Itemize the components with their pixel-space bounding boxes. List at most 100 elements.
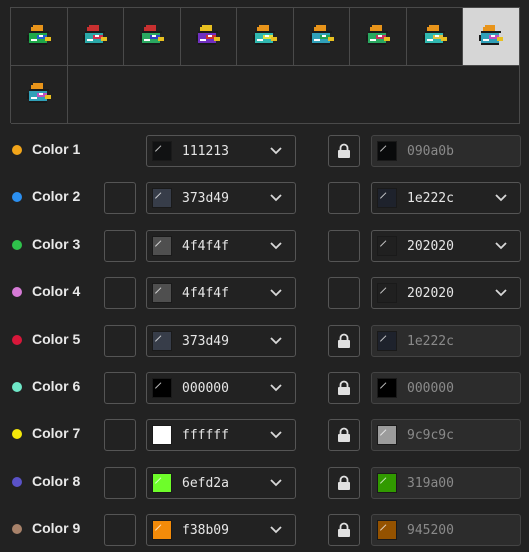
sprite-cell[interactable]: [11, 66, 68, 124]
target-hex: 945200: [407, 523, 454, 539]
source-checkbox[interactable]: [104, 466, 136, 499]
sprite-grid-empty: [67, 66, 520, 124]
color-label: Color 3: [32, 235, 81, 252]
source-color-select[interactable]: f38b09: [146, 514, 296, 547]
source-color-select[interactable]: 373d49: [146, 324, 296, 357]
sprite-cell[interactable]: [350, 8, 407, 66]
target-swatch: [377, 283, 397, 304]
lock-icon: [338, 143, 350, 158]
sprite-cell[interactable]: [237, 8, 294, 66]
chevron-down-icon: [270, 147, 282, 155]
duck-sprite-1-icon: [26, 24, 51, 45]
sprite-cell[interactable]: [293, 8, 351, 66]
source-color-select[interactable]: ffffff: [146, 419, 296, 452]
target-hex: 1e222c: [407, 191, 454, 207]
color-dot: [12, 524, 22, 535]
source-hex: 000000: [182, 381, 229, 396]
sprite-cell[interactable]: [67, 8, 125, 66]
chevron-down-icon: [495, 194, 507, 202]
color-row: Color 6 000000 000000: [0, 364, 529, 410]
source-hex: 4f4f4f: [182, 286, 229, 302]
sprite-cell[interactable]: [180, 8, 238, 66]
sprite-cell[interactable]: [11, 8, 68, 66]
source-color-select[interactable]: 4f4f4f: [146, 229, 296, 262]
chevron-down-icon: [270, 289, 282, 297]
target-color-select: 000000: [371, 372, 521, 404]
source-hex: ffffff: [182, 428, 229, 444]
source-color-select[interactable]: 111213: [146, 135, 296, 167]
chevron-down-icon: [270, 479, 282, 487]
target-swatch: [377, 472, 397, 493]
target-color-select: 9c9c9c: [371, 419, 521, 452]
source-checkbox[interactable]: [104, 277, 136, 310]
chevron-down-icon: [270, 242, 282, 250]
chevron-down-icon: [495, 289, 507, 297]
color-dot: [12, 476, 22, 487]
target-color-select[interactable]: 202020: [371, 229, 521, 262]
source-color-select[interactable]: 4f4f4f: [146, 277, 296, 310]
sprite-cell[interactable]: [463, 8, 520, 66]
lock-button[interactable]: [328, 324, 360, 357]
source-swatch: [152, 520, 172, 541]
lock-icon: [338, 522, 350, 538]
source-hex: 111213: [182, 144, 229, 159]
lock-button[interactable]: [328, 514, 360, 547]
duck-sprite-7-icon: [366, 24, 391, 45]
lock-icon: [338, 380, 350, 395]
color-label: Color 4: [32, 283, 81, 300]
target-swatch: [377, 378, 397, 398]
source-swatch: [152, 378, 172, 398]
color-row: Color 1 111213 090a0b: [0, 127, 529, 173]
target-hex: 000000: [407, 381, 454, 396]
duck-sprite-10-icon: [26, 82, 51, 103]
source-checkbox[interactable]: [104, 514, 136, 547]
target-checkbox[interactable]: [328, 229, 360, 262]
lock-button[interactable]: [328, 466, 360, 499]
color-dot: [12, 429, 22, 440]
source-hex: 4f4f4f: [182, 238, 229, 254]
target-checkbox[interactable]: [328, 277, 360, 310]
target-color-select: 1e222c: [371, 324, 521, 357]
color-row: Color 9 f38b09 945200: [0, 506, 529, 552]
target-color-select: 090a0b: [371, 135, 521, 167]
source-color-select[interactable]: 000000: [146, 372, 296, 404]
target-hex: 202020: [407, 238, 454, 254]
source-checkbox[interactable]: [104, 372, 136, 404]
source-checkbox[interactable]: [104, 419, 136, 452]
chevron-down-icon: [270, 194, 282, 202]
source-swatch: [152, 472, 172, 493]
target-color-select[interactable]: 202020: [371, 277, 521, 310]
target-hex: 090a0b: [407, 144, 454, 159]
lock-button[interactable]: [328, 135, 360, 167]
source-swatch: [152, 425, 172, 446]
target-color-select: 945200: [371, 514, 521, 547]
target-checkbox[interactable]: [328, 182, 360, 215]
target-swatch: [377, 235, 397, 256]
source-checkbox[interactable]: [104, 182, 136, 215]
source-checkbox[interactable]: [104, 324, 136, 357]
source-checkbox[interactable]: [104, 229, 136, 262]
lock-button[interactable]: [328, 419, 360, 452]
source-swatch: [152, 330, 172, 351]
target-color-select[interactable]: 1e222c: [371, 182, 521, 215]
color-label: Color 2: [32, 188, 81, 205]
source-color-select[interactable]: 6efd2a: [146, 466, 296, 499]
lock-button[interactable]: [328, 372, 360, 404]
duck-sprite-9-icon: [479, 24, 504, 45]
target-hex: 202020: [407, 286, 454, 302]
color-dot: [12, 192, 22, 203]
target-hex: 319a00: [407, 475, 454, 491]
sprite-cell[interactable]: [406, 8, 464, 66]
target-swatch: [377, 141, 397, 161]
color-label: Color 8: [32, 472, 81, 489]
source-color-select[interactable]: 373d49: [146, 182, 296, 215]
sprite-cell[interactable]: [124, 8, 181, 66]
duck-sprite-2-icon: [83, 24, 108, 45]
color-label: Color 9: [32, 520, 81, 537]
color-row: Color 5 373d49 1e222c: [0, 317, 529, 363]
color-dot: [12, 334, 22, 345]
color-row: Color 4 4f4f4f 202020: [0, 269, 529, 315]
chevron-down-icon: [270, 526, 282, 534]
color-dot: [12, 287, 22, 298]
duck-sprite-5-icon: [252, 24, 277, 45]
